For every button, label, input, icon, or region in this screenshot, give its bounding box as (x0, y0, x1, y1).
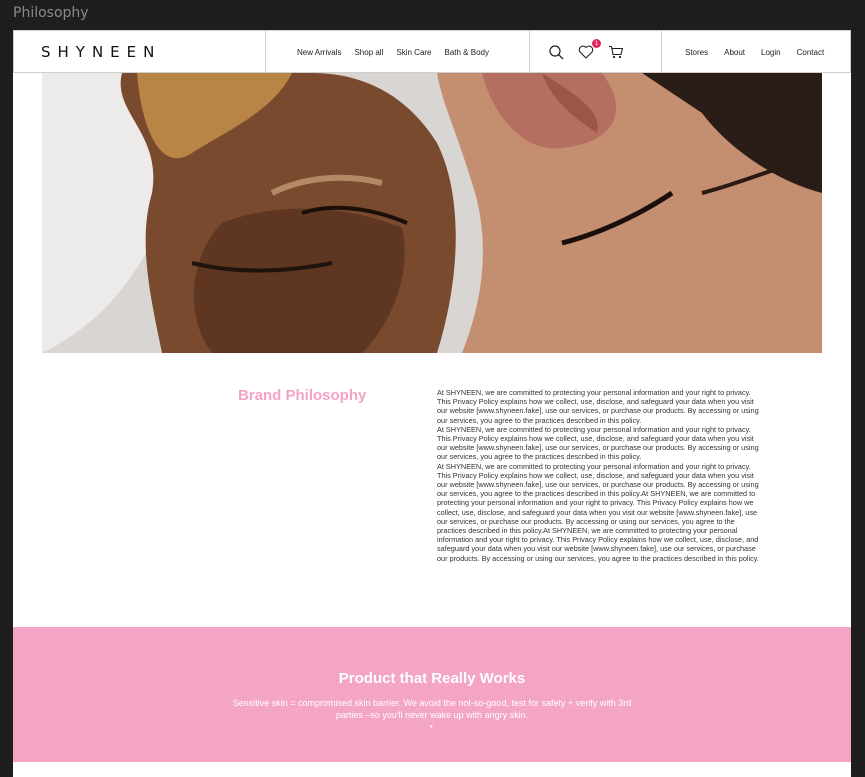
search-icon[interactable] (549, 44, 564, 60)
nav-contact[interactable]: Contact (797, 48, 825, 57)
page-artboard: SHYNEEN New Arrivals Shop all Skin Care … (13, 30, 851, 777)
header-divider (529, 31, 530, 73)
promo-title: Product that Really Works (338, 670, 526, 687)
philosophy-paragraph: At SHYNEEN, we are committed to protecti… (437, 461, 759, 563)
heart-icon[interactable]: 1 (578, 39, 601, 59)
promo-dot: • (430, 722, 433, 731)
wishlist-count-badge: 1 (592, 39, 601, 48)
nav-bath-body[interactable]: Bath & Body (445, 48, 489, 57)
nav-new-arrivals[interactable]: New Arrivals (297, 48, 341, 57)
primary-nav: New Arrivals Shop all Skin Care Bath & B… (297, 31, 502, 73)
philosophy-paragraph: At SHYNEEN, we are committed to protecti… (437, 388, 759, 425)
nav-about[interactable]: About (724, 48, 745, 57)
site-header: SHYNEEN New Arrivals Shop all Skin Care … (13, 30, 851, 73)
cart-icon[interactable] (608, 45, 624, 59)
header-icons: 1 (549, 31, 624, 73)
nav-stores[interactable]: Stores (685, 48, 708, 57)
nav-login[interactable]: Login (761, 48, 781, 57)
brand-logo[interactable]: SHYNEEN (41, 31, 161, 73)
frame-label: Philosophy (13, 5, 89, 21)
nav-skin-care[interactable]: Skin Care (396, 48, 431, 57)
promo-text: Sensitive skin = compromised skin barrie… (232, 698, 632, 720)
brand-philosophy-title: Brand Philosophy (238, 387, 367, 404)
nav-shop-all[interactable]: Shop all (354, 48, 383, 57)
brand-philosophy-text: At SHYNEEN, we are committed to protecti… (437, 388, 759, 563)
product-promo-band: Product that Really Works Sensitive skin… (13, 627, 851, 762)
secondary-nav: Stores About Login Contact (685, 31, 840, 73)
header-divider (661, 31, 662, 73)
hero-image (42, 73, 822, 353)
philosophy-paragraph: At SHYNEEN, we are committed to protecti… (437, 424, 759, 462)
header-divider (265, 31, 266, 73)
